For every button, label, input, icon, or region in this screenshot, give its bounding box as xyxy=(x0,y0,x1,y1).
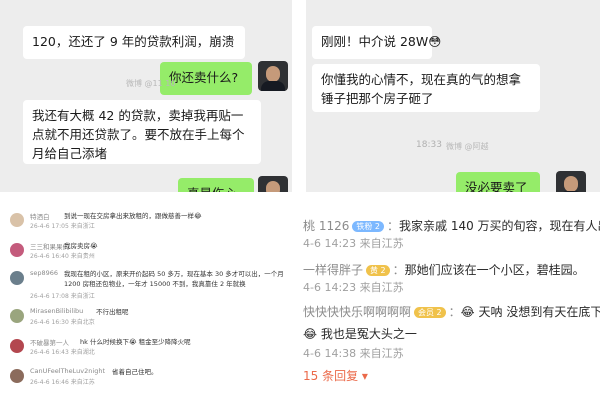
comment-text: 到说一现在交房拿出来放租的，跟做慈善一样😂 xyxy=(64,212,202,220)
comment-author[interactable]: 特洒白 xyxy=(30,211,50,221)
avatar[interactable] xyxy=(10,309,24,323)
comments-panel-left: 特洒白 到说一现在交房拿出来放租的，跟做慈善一样😂 26-4-6 17:05 来… xyxy=(0,205,295,400)
avatar[interactable] xyxy=(258,176,288,192)
chat-bubble: 我还有大概 42 的贷款，卖掉我再贴一点就不用还贷款了。要不放在手上每个月给自己… xyxy=(23,100,261,164)
watermark: 微博 @11 10 xyxy=(126,79,176,88)
comment-author[interactable]: 一样得胖子 xyxy=(303,263,363,277)
comment-meta: 26-4-6 16:40 来自贵州 xyxy=(30,253,95,260)
avatar[interactable] xyxy=(10,369,24,383)
member-badge: 会员 2 xyxy=(414,307,446,318)
comment-text: 不行出租呢 xyxy=(96,308,129,316)
fan-badge: 黄 2 xyxy=(366,265,390,276)
comment-author[interactable]: CanUFeelTheLuv2night xyxy=(30,367,105,375)
watermark: 微博 @阿越 xyxy=(446,142,489,151)
chat-panel-right: 刚刚！中介说 28W😳 你懂我的心情不，现在真的气的想拿锤子把那个房子砸了 18… xyxy=(306,0,600,192)
comment-meta: 4-6 14:38 来自江苏 xyxy=(303,347,404,360)
chat-bubble: 120，还还了 9 年的贷款利润，崩溃 xyxy=(23,26,245,59)
comment-text: 那她们应该在一个小区，碧桂园。 xyxy=(404,263,585,277)
avatar[interactable] xyxy=(10,271,24,285)
comment-meta: 26-4-6 17:05 来自浙江 xyxy=(30,223,95,230)
comment-author[interactable]: 桃 1126 xyxy=(303,219,349,233)
comment-author[interactable]: 快快快快乐啊啊啊啊 xyxy=(303,305,411,319)
comment-meta: 26-4-6 16:46 来自江苏 xyxy=(30,379,95,386)
chat-bubble: 刚刚！中介说 28W😳 xyxy=(312,26,441,59)
comment-author[interactable]: MirasenBilibilibu xyxy=(30,307,83,315)
comment-text: 我房卖房😭 xyxy=(64,242,98,250)
comment-text: 😂 天呐 没想到有天在底下以这 xyxy=(460,305,600,319)
comment-meta: 26-4-6 16:43 来自湖北 xyxy=(30,349,95,356)
chat-bubble: 你懂我的心情不，现在真的气的想拿锤子把那个房子砸了 xyxy=(312,64,540,112)
comment-text: 😂 我也是冤大头之一 xyxy=(303,327,417,341)
fan-badge: 铁粉 2 xyxy=(352,221,384,232)
avatar[interactable] xyxy=(10,339,24,353)
comment-author[interactable]: 不破暴第一人 xyxy=(30,337,69,347)
comment-text: 我现在租的小区，原来开价起码 50 多万，现在基本 30 多才可以出，一个月 1… xyxy=(64,270,284,289)
reply-count-link[interactable]: 15 条回复 ▾ xyxy=(303,367,368,384)
comment-item: 一样得胖子黄 2 ：那她们应该在一个小区，碧桂园。 xyxy=(303,263,585,277)
chat-panel-left: 120，还还了 9 年的贷款利润，崩溃 你还卖什么? 微博 @11 10 我还有… xyxy=(0,0,292,192)
comment-author[interactable]: sep8966 xyxy=(30,269,58,277)
comment-text: 我家亲戚 140 万买的旬容，现在有人出 38 万 xyxy=(399,219,600,233)
comment-text: hk 什么时候换下😭 租金至少降降火呢 xyxy=(80,338,191,346)
avatar[interactable] xyxy=(258,61,288,91)
comment-item: 桃 1126铁粉 2：我家亲戚 140 万买的旬容，现在有人出 38 万 xyxy=(303,215,600,234)
comment-meta: 4-6 14:23 来自江苏 xyxy=(303,237,404,250)
avatar[interactable] xyxy=(10,243,24,257)
comment-time: 26-4-6 17:08 xyxy=(30,293,69,300)
comment-meta: 26-4-6 17:08 来自浙江 xyxy=(30,291,95,300)
comment-text: 省着自己住吧。 xyxy=(112,368,158,376)
chat-bubble: 没必要卖了 xyxy=(456,172,540,192)
comments-panel-right: 桃 1126铁粉 2：我家亲戚 140 万买的旬容，现在有人出 38 万 4-6… xyxy=(303,205,600,400)
avatar[interactable] xyxy=(556,171,586,192)
chat-timestamp: 18:33 xyxy=(416,140,442,150)
comment-location: 来自浙江 xyxy=(70,293,95,300)
comment-item: 快快快快乐啊啊啊啊会员 2：😂 天呐 没想到有天在底下以这 xyxy=(303,301,600,320)
chat-bubble: 真是伤心 xyxy=(178,178,254,192)
comment-meta: 4-6 14:23 来自江苏 xyxy=(303,281,404,294)
comment-meta: 26-4-6 16:30 来自北京 xyxy=(30,319,95,326)
avatar[interactable] xyxy=(10,213,24,227)
